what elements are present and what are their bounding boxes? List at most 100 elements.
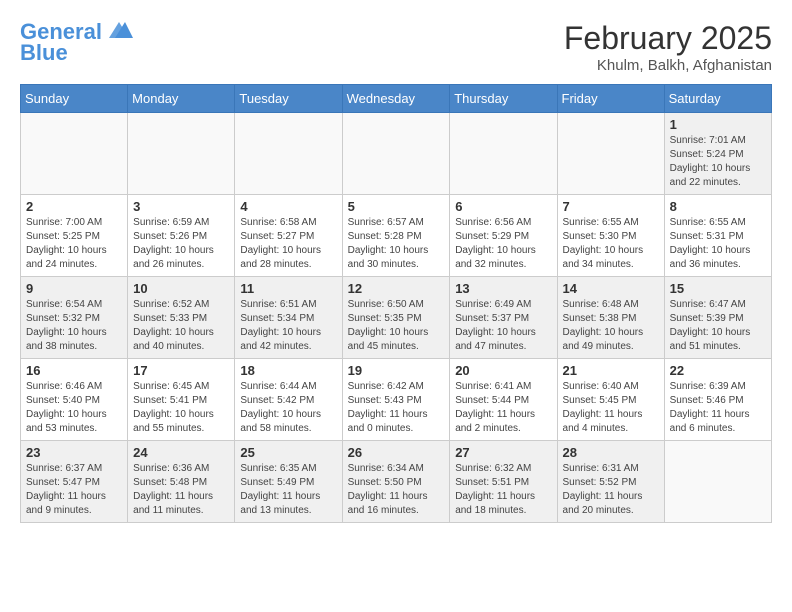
- day-info: Sunrise: 7:01 AM Sunset: 5:24 PM Dayligh…: [670, 134, 766, 190]
- calendar-cell: [557, 113, 664, 195]
- day-number: 17: [133, 363, 229, 378]
- weekday-header-thursday: Thursday: [450, 85, 557, 113]
- day-info: Sunrise: 6:59 AM Sunset: 5:26 PM Dayligh…: [133, 216, 229, 272]
- day-info: Sunrise: 6:56 AM Sunset: 5:29 PM Dayligh…: [455, 216, 551, 272]
- location-subtitle: Khulm, Balkh, Afghanistan: [564, 57, 772, 74]
- calendar-week-row: 23 Sunrise: 6:37 AM Sunset: 5:47 PM Dayli…: [21, 441, 772, 523]
- day-number: 9: [26, 281, 122, 296]
- day-number: 6: [455, 199, 551, 214]
- day-info: Sunrise: 6:46 AM Sunset: 5:40 PM Dayligh…: [26, 380, 122, 436]
- day-number: 1: [670, 117, 766, 132]
- calendar-cell: 24 Sunrise: 6:36 AM Sunset: 5:48 PM Dayli…: [128, 441, 235, 523]
- calendar-cell: 5Sunrise: 6:57 AM Sunset: 5:28 PM Daylig…: [342, 195, 450, 277]
- day-number: 27: [455, 445, 551, 460]
- weekday-header-friday: Friday: [557, 85, 664, 113]
- calendar-week-row: 1 Sunrise: 7:01 AM Sunset: 5:24 PM Daylig…: [21, 113, 772, 195]
- day-info: Sunrise: 6:58 AM Sunset: 5:27 PM Dayligh…: [240, 216, 336, 272]
- calendar-cell: [450, 113, 557, 195]
- calendar-cell: 25 Sunrise: 6:35 AM Sunset: 5:49 PM Dayli…: [235, 441, 342, 523]
- day-info: Sunrise: 6:57 AM Sunset: 5:28 PM Dayligh…: [348, 216, 445, 272]
- day-number: 10: [133, 281, 229, 296]
- calendar-cell: [21, 113, 128, 195]
- calendar-cell: 16 Sunrise: 6:46 AM Sunset: 5:40 PM Dayli…: [21, 359, 128, 441]
- calendar-cell: 2 Sunrise: 7:00 AM Sunset: 5:25 PM Daylig…: [21, 195, 128, 277]
- day-number: 26: [348, 445, 445, 460]
- day-number: 16: [26, 363, 122, 378]
- day-info: Sunrise: 6:54 AM Sunset: 5:32 PM Dayligh…: [26, 298, 122, 354]
- day-info: Sunrise: 6:36 AM Sunset: 5:48 PM Dayligh…: [133, 462, 229, 518]
- calendar-cell: 11 Sunrise: 6:51 AM Sunset: 5:34 PM Dayli…: [235, 277, 342, 359]
- day-number: 23: [26, 445, 122, 460]
- day-info: Sunrise: 6:42 AM Sunset: 5:43 PM Dayligh…: [348, 380, 445, 436]
- calendar-cell: 26 Sunrise: 6:34 AM Sunset: 5:50 PM Dayli…: [342, 441, 450, 523]
- logo: General Blue: [20, 20, 133, 66]
- day-info: Sunrise: 6:40 AM Sunset: 5:45 PM Dayligh…: [563, 380, 659, 436]
- day-info: Sunrise: 6:49 AM Sunset: 5:37 PM Dayligh…: [455, 298, 551, 354]
- calendar-cell: 23 Sunrise: 6:37 AM Sunset: 5:47 PM Dayli…: [21, 441, 128, 523]
- calendar-cell: 14Sunrise: 6:48 AM Sunset: 5:38 PM Dayli…: [557, 277, 664, 359]
- day-info: Sunrise: 6:41 AM Sunset: 5:44 PM Dayligh…: [455, 380, 551, 436]
- day-number: 7: [563, 199, 659, 214]
- calendar-cell: 6 Sunrise: 6:56 AM Sunset: 5:29 PM Daylig…: [450, 195, 557, 277]
- day-info: Sunrise: 7:00 AM Sunset: 5:25 PM Dayligh…: [26, 216, 122, 272]
- day-number: 2: [26, 199, 122, 214]
- weekday-header-sunday: Sunday: [21, 85, 128, 113]
- day-info: Sunrise: 6:51 AM Sunset: 5:34 PM Dayligh…: [240, 298, 336, 354]
- calendar-cell: 8 Sunrise: 6:55 AM Sunset: 5:31 PM Daylig…: [664, 195, 771, 277]
- day-number: 8: [670, 199, 766, 214]
- day-info: Sunrise: 6:50 AM Sunset: 5:35 PM Dayligh…: [348, 298, 445, 354]
- calendar-header-row: SundayMondayTuesdayWednesdayThursdayFrid…: [21, 85, 772, 113]
- day-info: Sunrise: 6:34 AM Sunset: 5:50 PM Dayligh…: [348, 462, 445, 518]
- calendar-cell: 17 Sunrise: 6:45 AM Sunset: 5:41 PM Dayli…: [128, 359, 235, 441]
- calendar-cell: 9 Sunrise: 6:54 AM Sunset: 5:32 PM Daylig…: [21, 277, 128, 359]
- day-info: Sunrise: 6:31 AM Sunset: 5:52 PM Dayligh…: [563, 462, 659, 518]
- calendar-week-row: 9 Sunrise: 6:54 AM Sunset: 5:32 PM Daylig…: [21, 277, 772, 359]
- day-number: 13: [455, 281, 551, 296]
- calendar-cell: 27Sunrise: 6:32 AM Sunset: 5:51 PM Dayli…: [450, 441, 557, 523]
- day-number: 22: [670, 363, 766, 378]
- calendar-cell: 28 Sunrise: 6:31 AM Sunset: 5:52 PM Dayli…: [557, 441, 664, 523]
- weekday-header-saturday: Saturday: [664, 85, 771, 113]
- calendar-cell: 4 Sunrise: 6:58 AM Sunset: 5:27 PM Daylig…: [235, 195, 342, 277]
- day-number: 19: [348, 363, 445, 378]
- title-block: February 2025 Khulm, Balkh, Afghanistan: [564, 20, 772, 74]
- day-number: 11: [240, 281, 336, 296]
- weekday-header-tuesday: Tuesday: [235, 85, 342, 113]
- calendar-cell: 3 Sunrise: 6:59 AM Sunset: 5:26 PM Daylig…: [128, 195, 235, 277]
- calendar-cell: [235, 113, 342, 195]
- calendar-cell: 1 Sunrise: 7:01 AM Sunset: 5:24 PM Daylig…: [664, 113, 771, 195]
- day-number: 24: [133, 445, 229, 460]
- calendar-table: SundayMondayTuesdayWednesdayThursdayFrid…: [20, 84, 772, 523]
- day-number: 12: [348, 281, 445, 296]
- day-info: Sunrise: 6:52 AM Sunset: 5:33 PM Dayligh…: [133, 298, 229, 354]
- weekday-header-monday: Monday: [128, 85, 235, 113]
- calendar-cell: 20Sunrise: 6:41 AM Sunset: 5:44 PM Dayli…: [450, 359, 557, 441]
- day-number: 3: [133, 199, 229, 214]
- day-info: Sunrise: 6:37 AM Sunset: 5:47 PM Dayligh…: [26, 462, 122, 518]
- day-info: Sunrise: 6:48 AM Sunset: 5:38 PM Dayligh…: [563, 298, 659, 354]
- calendar-cell: 12 Sunrise: 6:50 AM Sunset: 5:35 PM Dayli…: [342, 277, 450, 359]
- calendar-cell: 15Sunrise: 6:47 AM Sunset: 5:39 PM Dayli…: [664, 277, 771, 359]
- day-info: Sunrise: 6:44 AM Sunset: 5:42 PM Dayligh…: [240, 380, 336, 436]
- calendar-cell: 19 Sunrise: 6:42 AM Sunset: 5:43 PM Dayli…: [342, 359, 450, 441]
- calendar-cell: 10 Sunrise: 6:52 AM Sunset: 5:33 PM Dayli…: [128, 277, 235, 359]
- calendar-cell: [664, 441, 771, 523]
- day-number: 4: [240, 199, 336, 214]
- day-number: 28: [563, 445, 659, 460]
- day-info: Sunrise: 6:35 AM Sunset: 5:49 PM Dayligh…: [240, 462, 336, 518]
- weekday-header-wednesday: Wednesday: [342, 85, 450, 113]
- month-year-title: February 2025: [564, 20, 772, 57]
- calendar-cell: 22 Sunrise: 6:39 AM Sunset: 5:46 PM Dayli…: [664, 359, 771, 441]
- day-info: Sunrise: 6:39 AM Sunset: 5:46 PM Dayligh…: [670, 380, 766, 436]
- day-number: 25: [240, 445, 336, 460]
- calendar-week-row: 2 Sunrise: 7:00 AM Sunset: 5:25 PM Daylig…: [21, 195, 772, 277]
- calendar-week-row: 16 Sunrise: 6:46 AM Sunset: 5:40 PM Dayli…: [21, 359, 772, 441]
- day-info: Sunrise: 6:45 AM Sunset: 5:41 PM Dayligh…: [133, 380, 229, 436]
- calendar-cell: [342, 113, 450, 195]
- logo-icon: [105, 20, 133, 42]
- day-info: Sunrise: 6:55 AM Sunset: 5:30 PM Dayligh…: [563, 216, 659, 272]
- day-info: Sunrise: 6:55 AM Sunset: 5:31 PM Dayligh…: [670, 216, 766, 272]
- calendar-cell: 21Sunrise: 6:40 AM Sunset: 5:45 PM Dayli…: [557, 359, 664, 441]
- calendar-cell: 7 Sunrise: 6:55 AM Sunset: 5:30 PM Daylig…: [557, 195, 664, 277]
- calendar-cell: 18Sunrise: 6:44 AM Sunset: 5:42 PM Dayli…: [235, 359, 342, 441]
